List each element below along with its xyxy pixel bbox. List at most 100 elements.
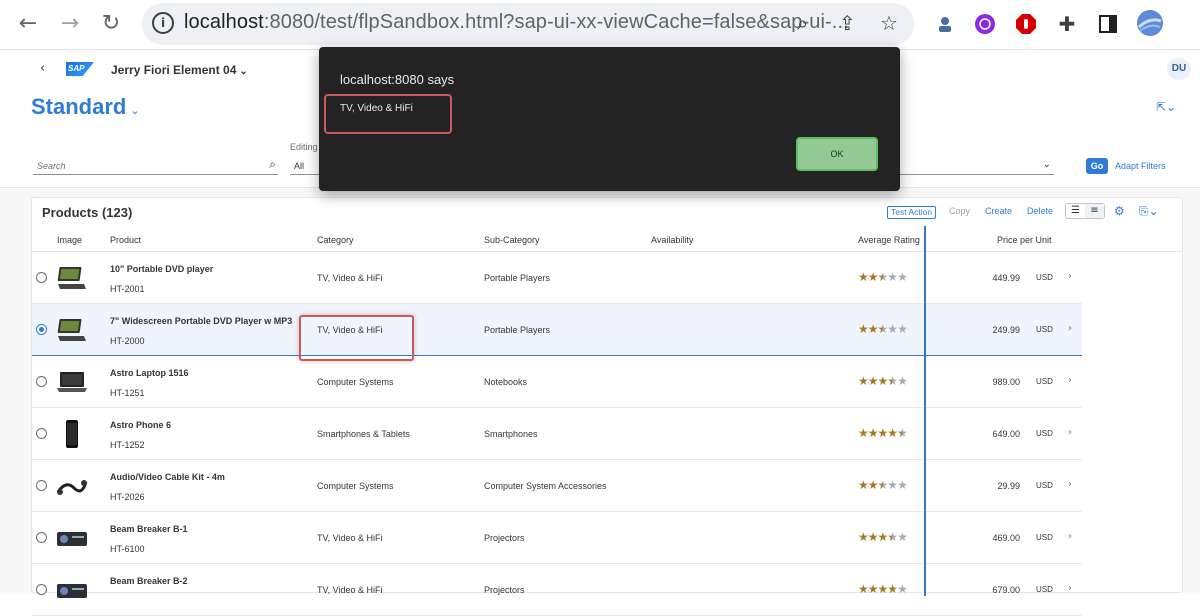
product-image <box>56 368 88 396</box>
app-title: Jerry Fiori Element 04 <box>111 63 237 77</box>
row-navigation-icon[interactable]: › <box>1068 531 1072 542</box>
search-input[interactable]: Search ⌕ <box>33 157 278 175</box>
create-button[interactable]: Create <box>985 206 1012 216</box>
zoom-icon[interactable]: ⌕ <box>797 11 808 35</box>
col-subcategory[interactable]: Sub-Category <box>484 235 540 245</box>
filter-select[interactable]: ⌄ <box>898 157 1054 175</box>
bookmark-star-icon[interactable]: ☆ <box>880 11 898 35</box>
row-navigation-icon[interactable]: › <box>1068 427 1072 438</box>
rating-stars: ★★★★★ <box>858 374 908 388</box>
person-extension-icon[interactable] <box>933 12 957 36</box>
product-currency: USD <box>1036 325 1053 334</box>
row-select-radio[interactable] <box>36 272 47 283</box>
star-icon: ★ <box>887 374 898 388</box>
condensed-view-icon[interactable]: ≡ <box>1085 204 1104 218</box>
dialog-message-box: TV, Video & HiFi <box>324 94 452 134</box>
row-navigation-icon[interactable]: › <box>1068 479 1072 490</box>
star-icon: ★ <box>877 530 889 544</box>
dialog-title: localhost:8080 says <box>340 72 455 87</box>
product-name: 10" Portable DVD player <box>110 264 214 274</box>
rating-stars: ★★★★★ <box>858 530 908 544</box>
col-category[interactable]: Category <box>317 235 354 245</box>
dialog-message: TV, Video & HiFi <box>340 103 413 114</box>
reload-icon[interactable]: ↻ <box>97 10 125 38</box>
table-title: Products (123) <box>42 205 133 220</box>
col-availability[interactable]: Availability <box>651 235 693 245</box>
star-icon: ★ <box>858 478 869 492</box>
row-select-radio[interactable] <box>36 428 47 439</box>
product-category: Computer Systems <box>317 377 394 387</box>
product-image <box>56 264 88 292</box>
product-image <box>56 472 88 500</box>
row-navigation-icon[interactable]: › <box>1068 271 1072 282</box>
star-icon: ★ <box>877 582 889 596</box>
product-currency: USD <box>1036 273 1053 282</box>
col-rating[interactable]: Average Rating <box>858 235 920 245</box>
products-table: Products (123) Test Action Copy Create D… <box>31 197 1183 616</box>
side-panel-icon[interactable] <box>1096 12 1120 36</box>
share-menu-icon[interactable]: ⇱⌄ <box>1156 100 1176 114</box>
forward-icon[interactable]: → <box>56 10 84 38</box>
row-navigation-icon[interactable]: › <box>1068 583 1072 594</box>
star-icon: ★ <box>877 374 889 388</box>
star-icon: ★ <box>887 322 898 336</box>
product-id: HT-2001 <box>110 284 145 294</box>
back-chevron-icon[interactable]: ‹ <box>40 61 45 76</box>
row-select-radio[interactable] <box>36 376 47 387</box>
share-icon[interactable]: ⇪ <box>839 11 856 35</box>
star-icon: ★ <box>858 530 869 544</box>
user-avatar[interactable]: DU <box>1167 58 1191 80</box>
product-id: HT-1251 <box>110 388 145 398</box>
product-subcategory: Notebooks <box>484 377 528 387</box>
adblock-extension-icon[interactable] <box>1014 12 1038 36</box>
ok-button[interactable]: OK <box>796 137 878 171</box>
product-subcategory: Computer System Accessories <box>484 481 607 491</box>
export-icon[interactable]: ⎘⌄ <box>1139 204 1159 219</box>
url-text[interactable]: localhost:8080/test/flpSandbox.html?sap-… <box>184 11 849 34</box>
row-navigation-icon[interactable]: › <box>1068 375 1072 386</box>
search-icon[interactable]: ⌕ <box>269 157 276 172</box>
back-icon[interactable]: ← <box>14 10 42 38</box>
settings-gear-icon[interactable]: ⚙ <box>1114 204 1125 218</box>
extensions-puzzle-icon[interactable]: ✚ <box>1055 12 1079 36</box>
editing-label: Editing <box>290 142 318 152</box>
list-view-icon[interactable]: ☰ <box>1066 204 1085 218</box>
go-button[interactable]: Go <box>1086 158 1108 174</box>
address-bar[interactable]: i localhost:8080/test/flpSandbox.html?sa… <box>142 3 914 45</box>
adapt-filters-button[interactable]: Adapt Filters <box>1115 161 1166 171</box>
rating-stars: ★★★★★ <box>858 478 908 492</box>
col-product[interactable]: Product <box>110 235 141 245</box>
test-action-button[interactable]: Test Action <box>887 206 937 219</box>
product-price: 29.99 <box>997 481 1020 491</box>
row-select-radio[interactable] <box>36 584 47 595</box>
rating-stars: ★★★★★ <box>858 322 908 336</box>
row-select-radio[interactable] <box>36 324 47 335</box>
copy-button[interactable]: Copy <box>949 206 970 216</box>
product-id: HT-2026 <box>110 492 145 502</box>
star-icon: ★ <box>867 478 879 492</box>
view-toggle[interactable]: ☰ ≡ <box>1065 203 1105 219</box>
translate-extension-icon[interactable] <box>973 12 997 36</box>
row-navigation-icon[interactable]: › <box>1068 323 1072 334</box>
variant-selector[interactable]: Standard ⌄ <box>31 94 140 120</box>
column-resize-handle[interactable] <box>924 226 926 596</box>
product-category: TV, Video & HiFi <box>317 273 383 283</box>
site-info-icon[interactable]: i <box>152 12 174 34</box>
product-currency: USD <box>1036 429 1053 438</box>
product-price: 469.00 <box>992 533 1020 543</box>
chevron-down-icon: ⌄ <box>130 105 140 117</box>
app-title-menu[interactable]: Jerry Fiori Element 04 ⌄ <box>111 63 248 77</box>
product-name: Astro Laptop 1516 <box>110 368 189 378</box>
profile-avatar-icon[interactable] <box>1136 9 1164 37</box>
product-price: 679.00 <box>992 585 1020 595</box>
product-image <box>56 316 88 344</box>
editing-select[interactable]: All <box>290 157 320 175</box>
row-select-radio[interactable] <box>36 532 47 543</box>
col-price[interactable]: Price per Unit <box>997 235 1052 245</box>
delete-button[interactable]: Delete <box>1027 206 1053 216</box>
category-highlight <box>299 315 414 361</box>
star-icon: ★ <box>897 582 908 596</box>
row-select-radio[interactable] <box>36 480 47 491</box>
sap-logo[interactable]: SAP <box>66 62 94 76</box>
star-icon: ★ <box>877 270 889 284</box>
